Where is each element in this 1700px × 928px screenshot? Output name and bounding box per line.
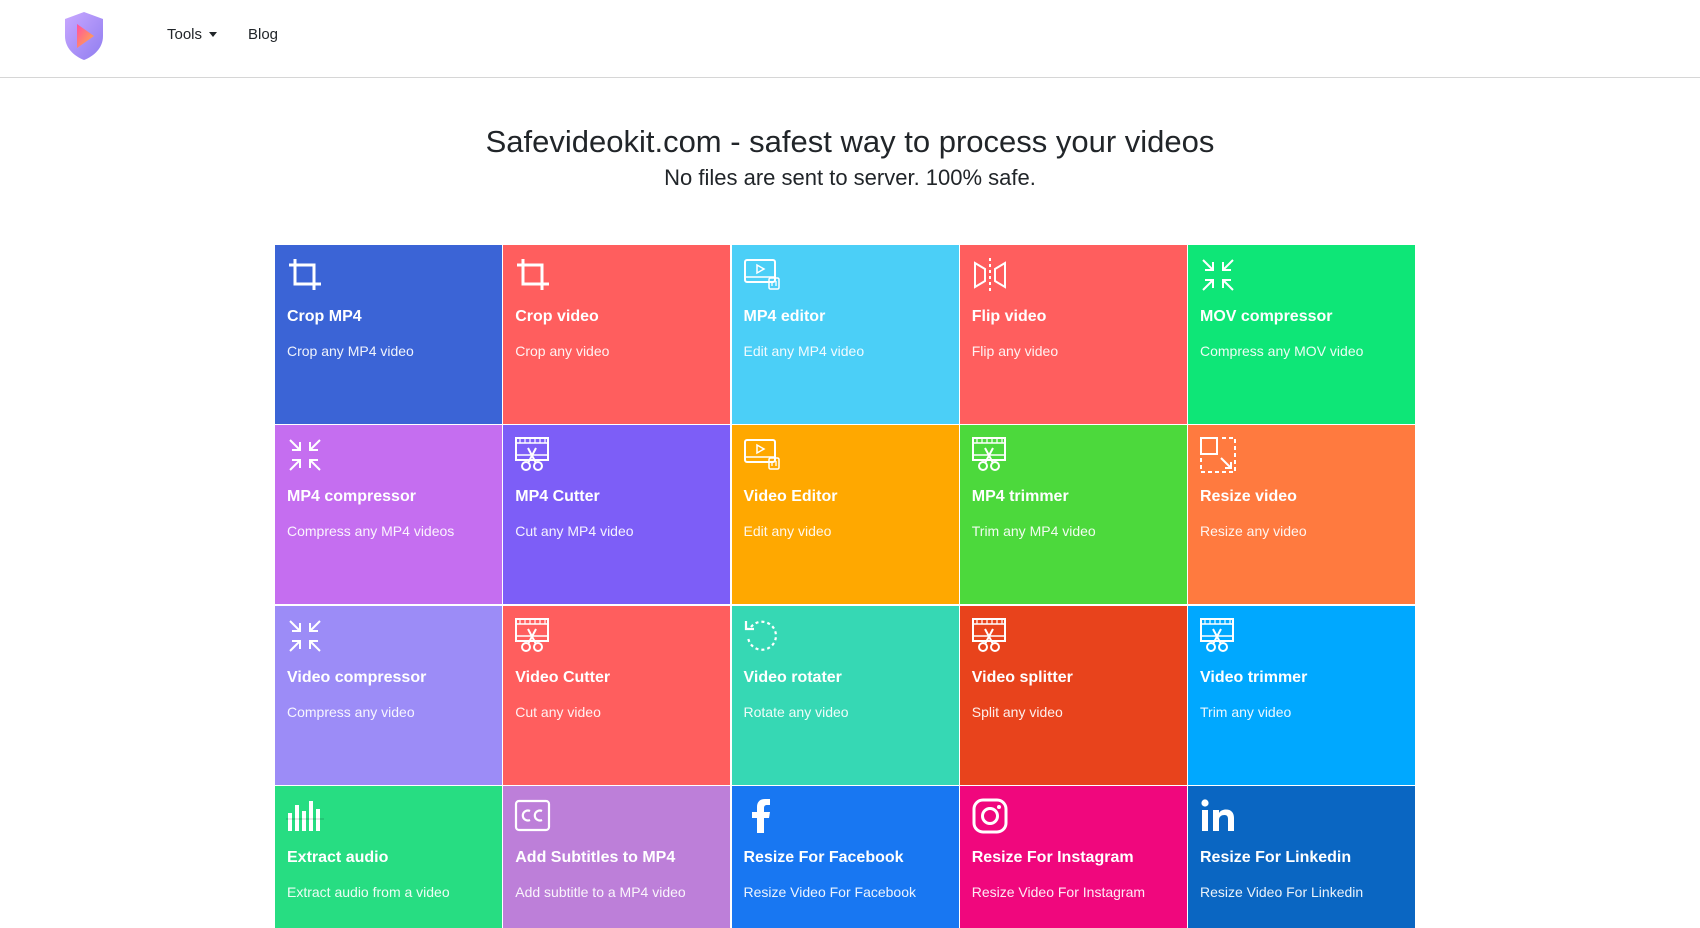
tool-card-title: Video rotater [743,668,842,686]
tool-card-description: Add subtitle to a MP4 video [515,883,686,900]
tool-card-description: Flip any video [971,343,1059,359]
tool-card-description: Resize Video For Facebook [743,883,917,900]
crop-icon [517,259,550,290]
rotate-icon [744,620,777,651]
tool-card-description: Rotate any video [743,703,849,720]
compress-icon [289,619,321,652]
tool-card-title: MP4 editor [743,308,826,325]
tool-card-mp4-editor[interactable]: MP4 editor Edit any MP4 video [731,245,959,424]
tool-card-resize-for-facebook[interactable]: Resize For Facebook Resize Video For Face… [731,785,959,928]
audio-bars-icon [286,800,324,831]
tool-card-title: Video trimmer [1200,668,1308,686]
tools-grid: Crop MP4 Crop any MP4 video Crop video Crop… [275,245,1415,928]
tool-card-add-subtitles-to-mp4[interactable]: Add Subtitles to MP4 Add subtitle to a MP… [503,785,731,928]
nav-tools-dropdown[interactable]: Tools [167,26,218,43]
tool-card-title: Video Cutter [515,668,611,686]
tool-card-title: MP4 Cutter [515,488,600,506]
tool-card-title: Resize video [1200,488,1297,506]
film-cut-icon [971,617,1006,652]
tool-card-title: Resize For Facebook [743,848,904,866]
tool-card-description: Compress any MOV video [1200,343,1364,359]
navbar: Tools Blog [0,0,1700,78]
tool-card-description: Resize Video For Linkedin [1200,883,1364,900]
cc-icon [515,799,551,831]
tool-card-title: Video compressor [287,668,427,686]
tool-card-description: Edit any MP4 video [743,343,865,359]
tool-card-description: Resize Video For Instagram [971,883,1146,900]
tool-card-video-compressor[interactable]: Video compressor Compress any video [275,605,502,785]
tool-card-mp4-cutter[interactable]: MP4 Cutter Cut any MP4 video [503,425,731,605]
tool-card-video-trimmer[interactable]: Video trimmer Trim any video [1188,605,1415,785]
film-cut-icon [515,437,550,472]
tool-card-title: MP4 trimmer [971,488,1069,506]
logo-icon[interactable] [62,10,106,62]
video-editor-icon [743,259,780,290]
page-subtitle: No files are sent to server. 100% safe. [664,165,1036,190]
caret-down-icon [209,32,218,37]
compress-icon [289,439,321,471]
tool-card-description: Resize any video [1200,523,1307,540]
tool-card-flip-video[interactable]: Flip video Flip any video [959,245,1187,424]
linkedin-icon [1201,799,1234,831]
film-cut-icon [515,617,550,652]
tool-card-title: Video splitter [971,668,1073,686]
tool-card-description: Cut any MP4 video [515,523,634,540]
tool-card-title: Crop video [515,308,599,325]
tool-card-resize-for-linkedin[interactable]: Resize For Linkedin Resize Video For Link… [1188,785,1415,928]
film-cut-icon [971,437,1006,472]
tool-card-description: Extract audio from a video [287,883,450,900]
tool-card-crop-mp4[interactable]: Crop MP4 Crop any MP4 video [275,245,502,424]
tool-card-description: Crop any video [515,343,610,359]
compress-icon [1202,259,1234,291]
tool-card-mov-compressor[interactable]: MOV compressor Compress any MOV video [1188,245,1415,424]
nav-blog-link[interactable]: Blog [248,26,278,43]
tool-card-video-splitter[interactable]: Video splitter Split any video [959,605,1187,785]
tool-card-title: Flip video [971,308,1047,325]
tool-card-title: MOV compressor [1200,308,1333,325]
tool-card-description: Trim any MP4 video [971,523,1096,540]
tool-card-title: MP4 compressor [287,488,416,506]
tool-card-extract-audio[interactable]: Extract audio Extract audio from a video [275,785,502,928]
tool-card-description: Split any video [971,703,1063,720]
crop-icon [289,259,321,290]
tool-card-resize-for-instagram[interactable]: Resize For Instagram Resize Video For Ins… [959,785,1187,928]
tool-card-video-rotater[interactable]: Video rotater Rotate any video [731,605,959,785]
nav-tools-label: Tools [167,26,203,43]
video-editor-icon [743,439,780,470]
tool-card-description: Compress any MP4 videos [287,523,455,540]
tool-card-resize-video[interactable]: Resize video Resize any video [1188,425,1415,605]
tool-card-title: Video Editor [743,488,838,506]
page-title: Safevideokit.com - safest way to process… [485,124,1215,159]
tool-card-description: Edit any video [743,523,832,540]
tool-card-mp4-compressor[interactable]: MP4 compressor Compress any MP4 videos [275,425,502,605]
tool-card-mp4-trimmer[interactable]: MP4 trimmer Trim any MP4 video [959,425,1187,605]
tool-card-description: Crop any MP4 video [287,343,414,359]
tool-card-video-editor[interactable]: Video Editor Edit any video [731,425,959,605]
instagram-icon [972,798,1008,834]
tool-card-crop-video[interactable]: Crop video Crop any video [503,245,731,424]
tool-card-description: Trim any video [1200,703,1292,720]
tool-card-title: Extract audio [287,848,389,866]
tool-card-title: Resize For Linkedin [1200,848,1352,866]
facebook-icon [751,798,770,833]
tool-card-description: Cut any video [515,703,601,720]
tool-card-title: Resize For Instagram [971,848,1134,866]
tool-card-title: Add Subtitles to MP4 [515,848,676,866]
tool-card-title: Crop MP4 [287,308,362,325]
film-cut-icon [1200,617,1234,652]
resize-icon [1200,437,1236,474]
flip-icon [973,258,1006,292]
tool-card-video-cutter[interactable]: Video Cutter Cut any video [503,605,731,785]
tool-card-description: Compress any video [287,703,415,720]
